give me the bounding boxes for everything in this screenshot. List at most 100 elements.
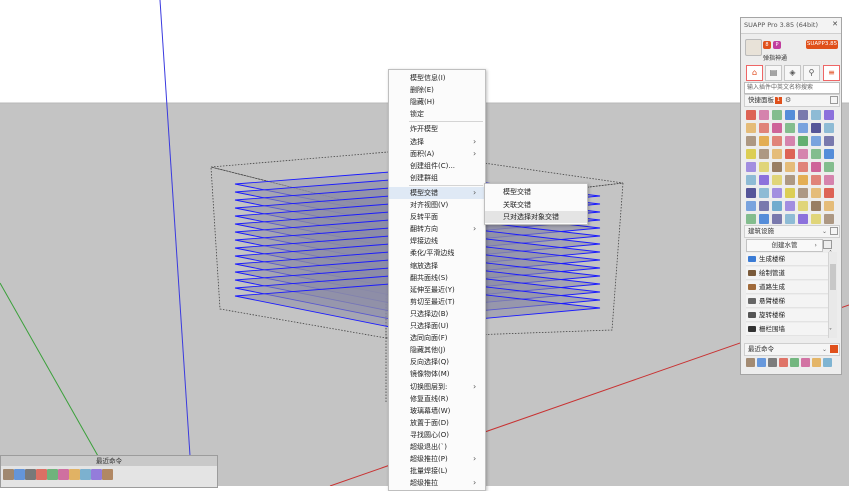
scrollbar[interactable] xyxy=(828,252,837,338)
plugin-tool-icon[interactable] xyxy=(785,136,795,146)
plugin-tool-icon[interactable] xyxy=(772,136,782,146)
recent-expand-icon[interactable] xyxy=(830,345,838,353)
recent-command-icon[interactable] xyxy=(790,358,799,367)
list-icon[interactable]: ▤ xyxy=(765,65,782,81)
recent-command-icon[interactable] xyxy=(102,469,113,480)
plugin-tool-icon[interactable] xyxy=(798,162,808,172)
plugin-tool-icon[interactable] xyxy=(746,201,756,211)
plugin-tool-icon[interactable] xyxy=(811,175,821,185)
plugin-tool-icon[interactable] xyxy=(746,188,756,198)
context-menu-item[interactable]: 模型信息(I) xyxy=(389,72,485,84)
context-menu-item[interactable]: 反转平面 xyxy=(389,211,485,223)
plugin-tool-icon[interactable] xyxy=(785,188,795,198)
scroll-thumb[interactable] xyxy=(830,264,836,290)
plugin-tool-icon[interactable] xyxy=(811,188,821,198)
scroll-up-icon[interactable]: ˄ xyxy=(829,250,832,257)
plugin-tool-icon[interactable] xyxy=(798,175,808,185)
plugin-tool-icon[interactable] xyxy=(746,136,756,146)
context-menu-item[interactable]: 删除(E) xyxy=(389,84,485,96)
collapse-icon[interactable] xyxy=(830,96,838,104)
context-menu-item[interactable]: 创建组件(C)... xyxy=(389,160,485,172)
plugin-tool-icon[interactable] xyxy=(785,201,795,211)
plugin-tool-icon[interactable] xyxy=(772,162,782,172)
context-menu-item[interactable]: 对齐视图(V) xyxy=(389,199,485,211)
plugin-tool-icon[interactable] xyxy=(824,149,834,159)
recent-command-icon[interactable] xyxy=(36,469,47,480)
plugin-tool-icon[interactable] xyxy=(746,110,756,120)
context-menu-item[interactable]: 寻找圆心(O) xyxy=(389,429,485,441)
plugin-list-item[interactable]: 绘制管道 xyxy=(746,267,828,280)
context-menu-item[interactable]: 翻转方向 › xyxy=(389,223,485,235)
plugin-tool-icon[interactable] xyxy=(772,123,782,133)
plugin-tool-icon[interactable] xyxy=(772,214,782,224)
context-menu-item[interactable]: 超级推拉 › xyxy=(389,477,485,489)
plugin-tool-icon[interactable] xyxy=(798,110,808,120)
plugin-tool-icon[interactable] xyxy=(785,110,795,120)
context-menu-item[interactable]: 只选择面(U) xyxy=(389,320,485,332)
search-input[interactable]: 输入插件中英文名称搜索 xyxy=(744,82,840,94)
recent-command-icon[interactable] xyxy=(801,358,810,367)
plugin-tool-icon[interactable] xyxy=(759,149,769,159)
context-menu-item[interactable]: 镜像物体(M) xyxy=(389,368,485,380)
plugin-tool-icon[interactable] xyxy=(811,214,821,224)
plugin-tool-icon[interactable] xyxy=(785,123,795,133)
plugin-tool-icon[interactable] xyxy=(824,201,834,211)
plugin-tool-icon[interactable] xyxy=(759,110,769,120)
building-section-header[interactable]: 建筑设施 ⌄ xyxy=(744,225,840,238)
paint-icon[interactable]: ◈ xyxy=(784,65,801,81)
plugin-tool-icon[interactable] xyxy=(785,162,795,172)
gear-icon[interactable]: ⚙ xyxy=(785,95,791,106)
menu-icon[interactable]: ≡ xyxy=(823,65,840,81)
dropdown-button[interactable] xyxy=(823,240,832,249)
recent-command-icon[interactable] xyxy=(80,469,91,480)
context-menu-item[interactable]: 选择 › xyxy=(389,136,485,148)
context-menu-item[interactable]: 批量焊接(L) xyxy=(389,465,485,477)
plugin-list-item[interactable]: 生成楼梯 xyxy=(746,253,828,266)
context-menu-item[interactable]: 剪切至最近(T) xyxy=(389,296,485,308)
plugin-tool-icon[interactable] xyxy=(772,175,782,185)
plugin-tool-icon[interactable] xyxy=(759,201,769,211)
close-icon[interactable]: ✕ xyxy=(832,20,838,28)
plugin-tool-icon[interactable] xyxy=(798,123,808,133)
plugin-tool-icon[interactable] xyxy=(759,136,769,146)
recent-command-icon[interactable] xyxy=(69,469,80,480)
expand-icon[interactable] xyxy=(830,227,838,235)
context-menu-item[interactable]: 焊接边线 xyxy=(389,235,485,247)
scroll-down-icon[interactable]: ˅ xyxy=(829,328,832,335)
context-menu-item[interactable]: 修复直线(R) xyxy=(389,393,485,405)
context-menu-item[interactable]: 玻璃幕墙(W) xyxy=(389,405,485,417)
avatar[interactable] xyxy=(745,39,762,56)
context-menu-item[interactable]: 反向选择(Q) xyxy=(389,356,485,368)
suapp-titlebar[interactable]: SUAPP Pro 3.85 (64bit) ✕ xyxy=(741,18,841,34)
context-menu-item[interactable]: 切换图层到: › xyxy=(389,381,485,393)
context-menu-item[interactable]: 翻共面线(S) xyxy=(389,272,485,284)
plugin-tool-icon[interactable] xyxy=(759,214,769,224)
plugin-list-item[interactable]: 道路生成 xyxy=(746,281,828,294)
context-menu-item[interactable]: 面积(A) › xyxy=(389,148,485,160)
plugin-tool-icon[interactable] xyxy=(746,214,756,224)
plugin-tool-icon[interactable] xyxy=(746,123,756,133)
plugin-tool-icon[interactable] xyxy=(824,136,834,146)
context-menu-item[interactable]: 创建群组 xyxy=(389,172,485,184)
recent-command-icon[interactable] xyxy=(823,358,832,367)
version-badge[interactable]: SUAPP3.85 xyxy=(806,40,838,49)
plugin-tool-icon[interactable] xyxy=(811,123,821,133)
plugin-tool-icon[interactable] xyxy=(811,162,821,172)
context-menu-item[interactable]: 隐藏(H) xyxy=(389,96,485,108)
context-menu-item[interactable]: 超级退出(`) xyxy=(389,441,485,453)
plugin-tool-icon[interactable] xyxy=(824,162,834,172)
context-menu-item[interactable]: 超级推拉(P) › xyxy=(389,453,485,465)
recent-command-icon[interactable] xyxy=(757,358,766,367)
plugin-tool-icon[interactable] xyxy=(798,188,808,198)
recent-command-icon[interactable] xyxy=(812,358,821,367)
recent-command-icon[interactable] xyxy=(14,469,25,480)
plugin-list-item[interactable]: 栅栏围墙 xyxy=(746,323,828,336)
plugin-tool-icon[interactable] xyxy=(824,175,834,185)
context-menu-item[interactable]: 缩放选择 xyxy=(389,260,485,272)
plugin-tool-icon[interactable] xyxy=(746,149,756,159)
plugin-tool-icon[interactable] xyxy=(772,188,782,198)
plugin-list-item[interactable]: 旋转楼梯 xyxy=(746,309,828,322)
plugin-tool-icon[interactable] xyxy=(824,214,834,224)
recent-command-icon[interactable] xyxy=(3,469,14,480)
plugin-tool-icon[interactable] xyxy=(785,175,795,185)
